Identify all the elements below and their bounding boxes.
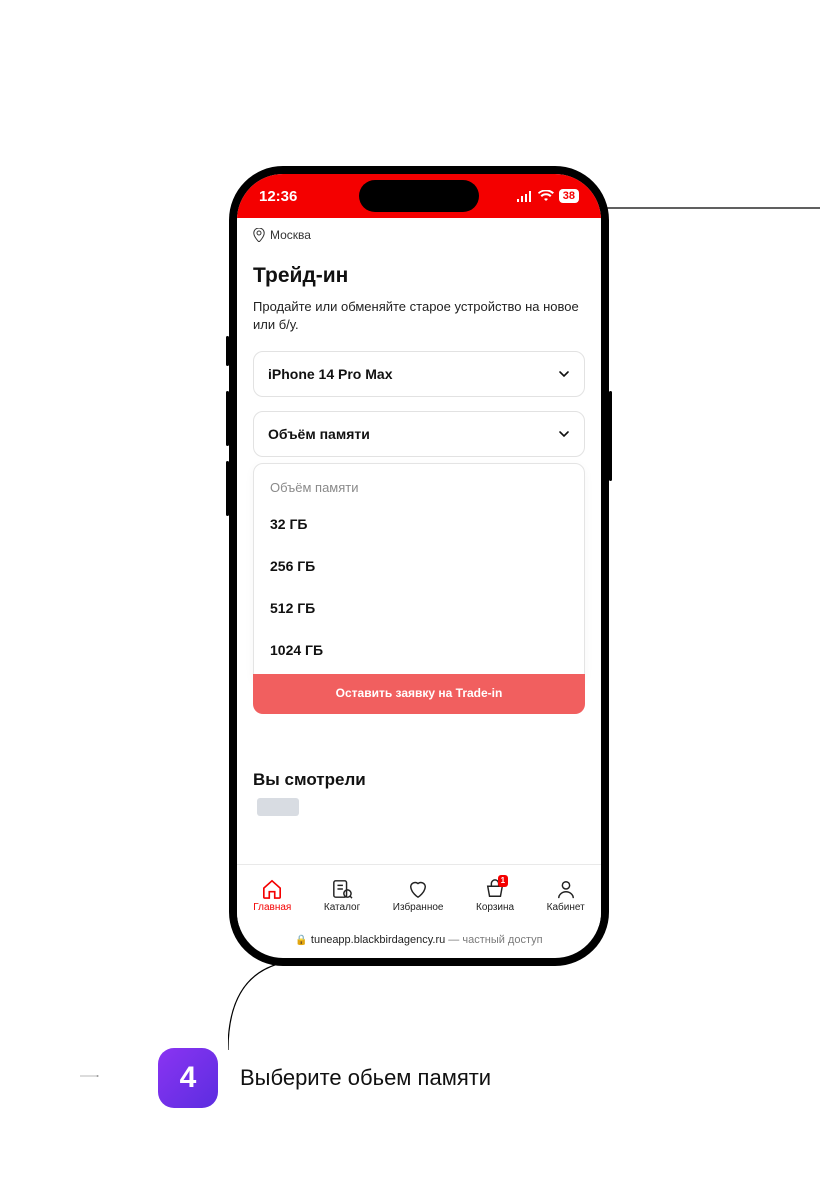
chevron-down-icon — [558, 368, 570, 380]
nav-home[interactable]: Главная — [253, 879, 291, 913]
recently-viewed-title: Вы смотрели — [253, 770, 585, 790]
page-subtitle: Продайте или обменяйте старое устройство… — [253, 298, 585, 333]
nav-label: Главная — [253, 902, 291, 913]
nav-label: Кабинет — [547, 902, 585, 913]
connector-line-bottom — [228, 960, 348, 1050]
location-label: Москва — [270, 228, 311, 242]
nav-catalog[interactable]: Каталог — [324, 879, 360, 913]
connector-line-top — [590, 200, 820, 260]
wifi-icon — [538, 190, 554, 202]
device-select[interactable]: iPhone 14 Pro Max — [253, 351, 585, 397]
url-host: tuneapp.blackbirdagency.ru — [311, 934, 445, 946]
nav-cart[interactable]: 1 Корзина — [476, 879, 514, 913]
recently-viewed-strip[interactable] — [253, 798, 585, 816]
nav-label: Корзина — [476, 902, 514, 913]
nav-account[interactable]: Кабинет — [547, 879, 585, 913]
storage-option[interactable]: 1024 ГБ — [270, 629, 568, 671]
phone-frame: 12:36 38 Москва Трейд-ин Продайте или об… — [229, 166, 609, 966]
storage-select-label: Объём памяти — [268, 426, 370, 442]
storage-option[interactable]: 512 ГБ — [270, 587, 568, 629]
arrow-to-step — [40, 1075, 140, 1077]
browser-url-bar[interactable]: 🔒 tuneapp.blackbirdagency.ru — частный д… — [237, 926, 601, 958]
lock-icon: 🔒 — [295, 935, 307, 946]
home-icon — [261, 879, 283, 899]
storage-select[interactable]: Объём памяти — [253, 411, 585, 457]
dynamic-island — [359, 180, 479, 212]
submit-trade-in-button[interactable]: Оставить заявку на Trade-in — [253, 674, 585, 714]
device-select-value: iPhone 14 Pro Max — [268, 366, 392, 382]
step-row: 4 Выберите обьем памяти — [158, 1048, 491, 1108]
status-time: 12:36 — [259, 188, 297, 205]
chevron-down-icon — [558, 428, 570, 440]
page-title: Трейд-ин — [253, 264, 585, 288]
recent-item-thumb[interactable] — [257, 798, 299, 816]
storage-dropdown: Объём памяти 32 ГБ 256 ГБ 512 ГБ 1024 ГБ — [253, 463, 585, 682]
location-selector[interactable]: Москва — [237, 218, 601, 248]
storage-option[interactable]: 32 ГБ — [270, 503, 568, 545]
storage-option[interactable]: 256 ГБ — [270, 545, 568, 587]
nav-label: Каталог — [324, 902, 360, 913]
step-text: Выберите обьем памяти — [240, 1065, 491, 1091]
nav-favorites[interactable]: Избранное — [393, 879, 444, 913]
storage-dropdown-header: Объём памяти — [270, 474, 568, 503]
cart-badge: 1 — [498, 875, 508, 887]
list-icon — [331, 879, 353, 899]
heart-icon — [407, 879, 429, 899]
bottom-nav: Главная Каталог Избранное 1 Корзина Каби… — [237, 864, 601, 926]
step-number-badge: 4 — [158, 1048, 218, 1108]
nav-label: Избранное — [393, 902, 444, 913]
signal-icon — [517, 191, 533, 202]
battery-indicator: 38 — [559, 189, 579, 203]
person-icon — [555, 879, 577, 899]
url-suffix: — частный доступ — [445, 934, 542, 946]
location-pin-icon — [253, 228, 265, 242]
status-icons: 38 — [517, 189, 579, 203]
phone-screen: 12:36 38 Москва Трейд-ин Продайте или об… — [237, 174, 601, 958]
